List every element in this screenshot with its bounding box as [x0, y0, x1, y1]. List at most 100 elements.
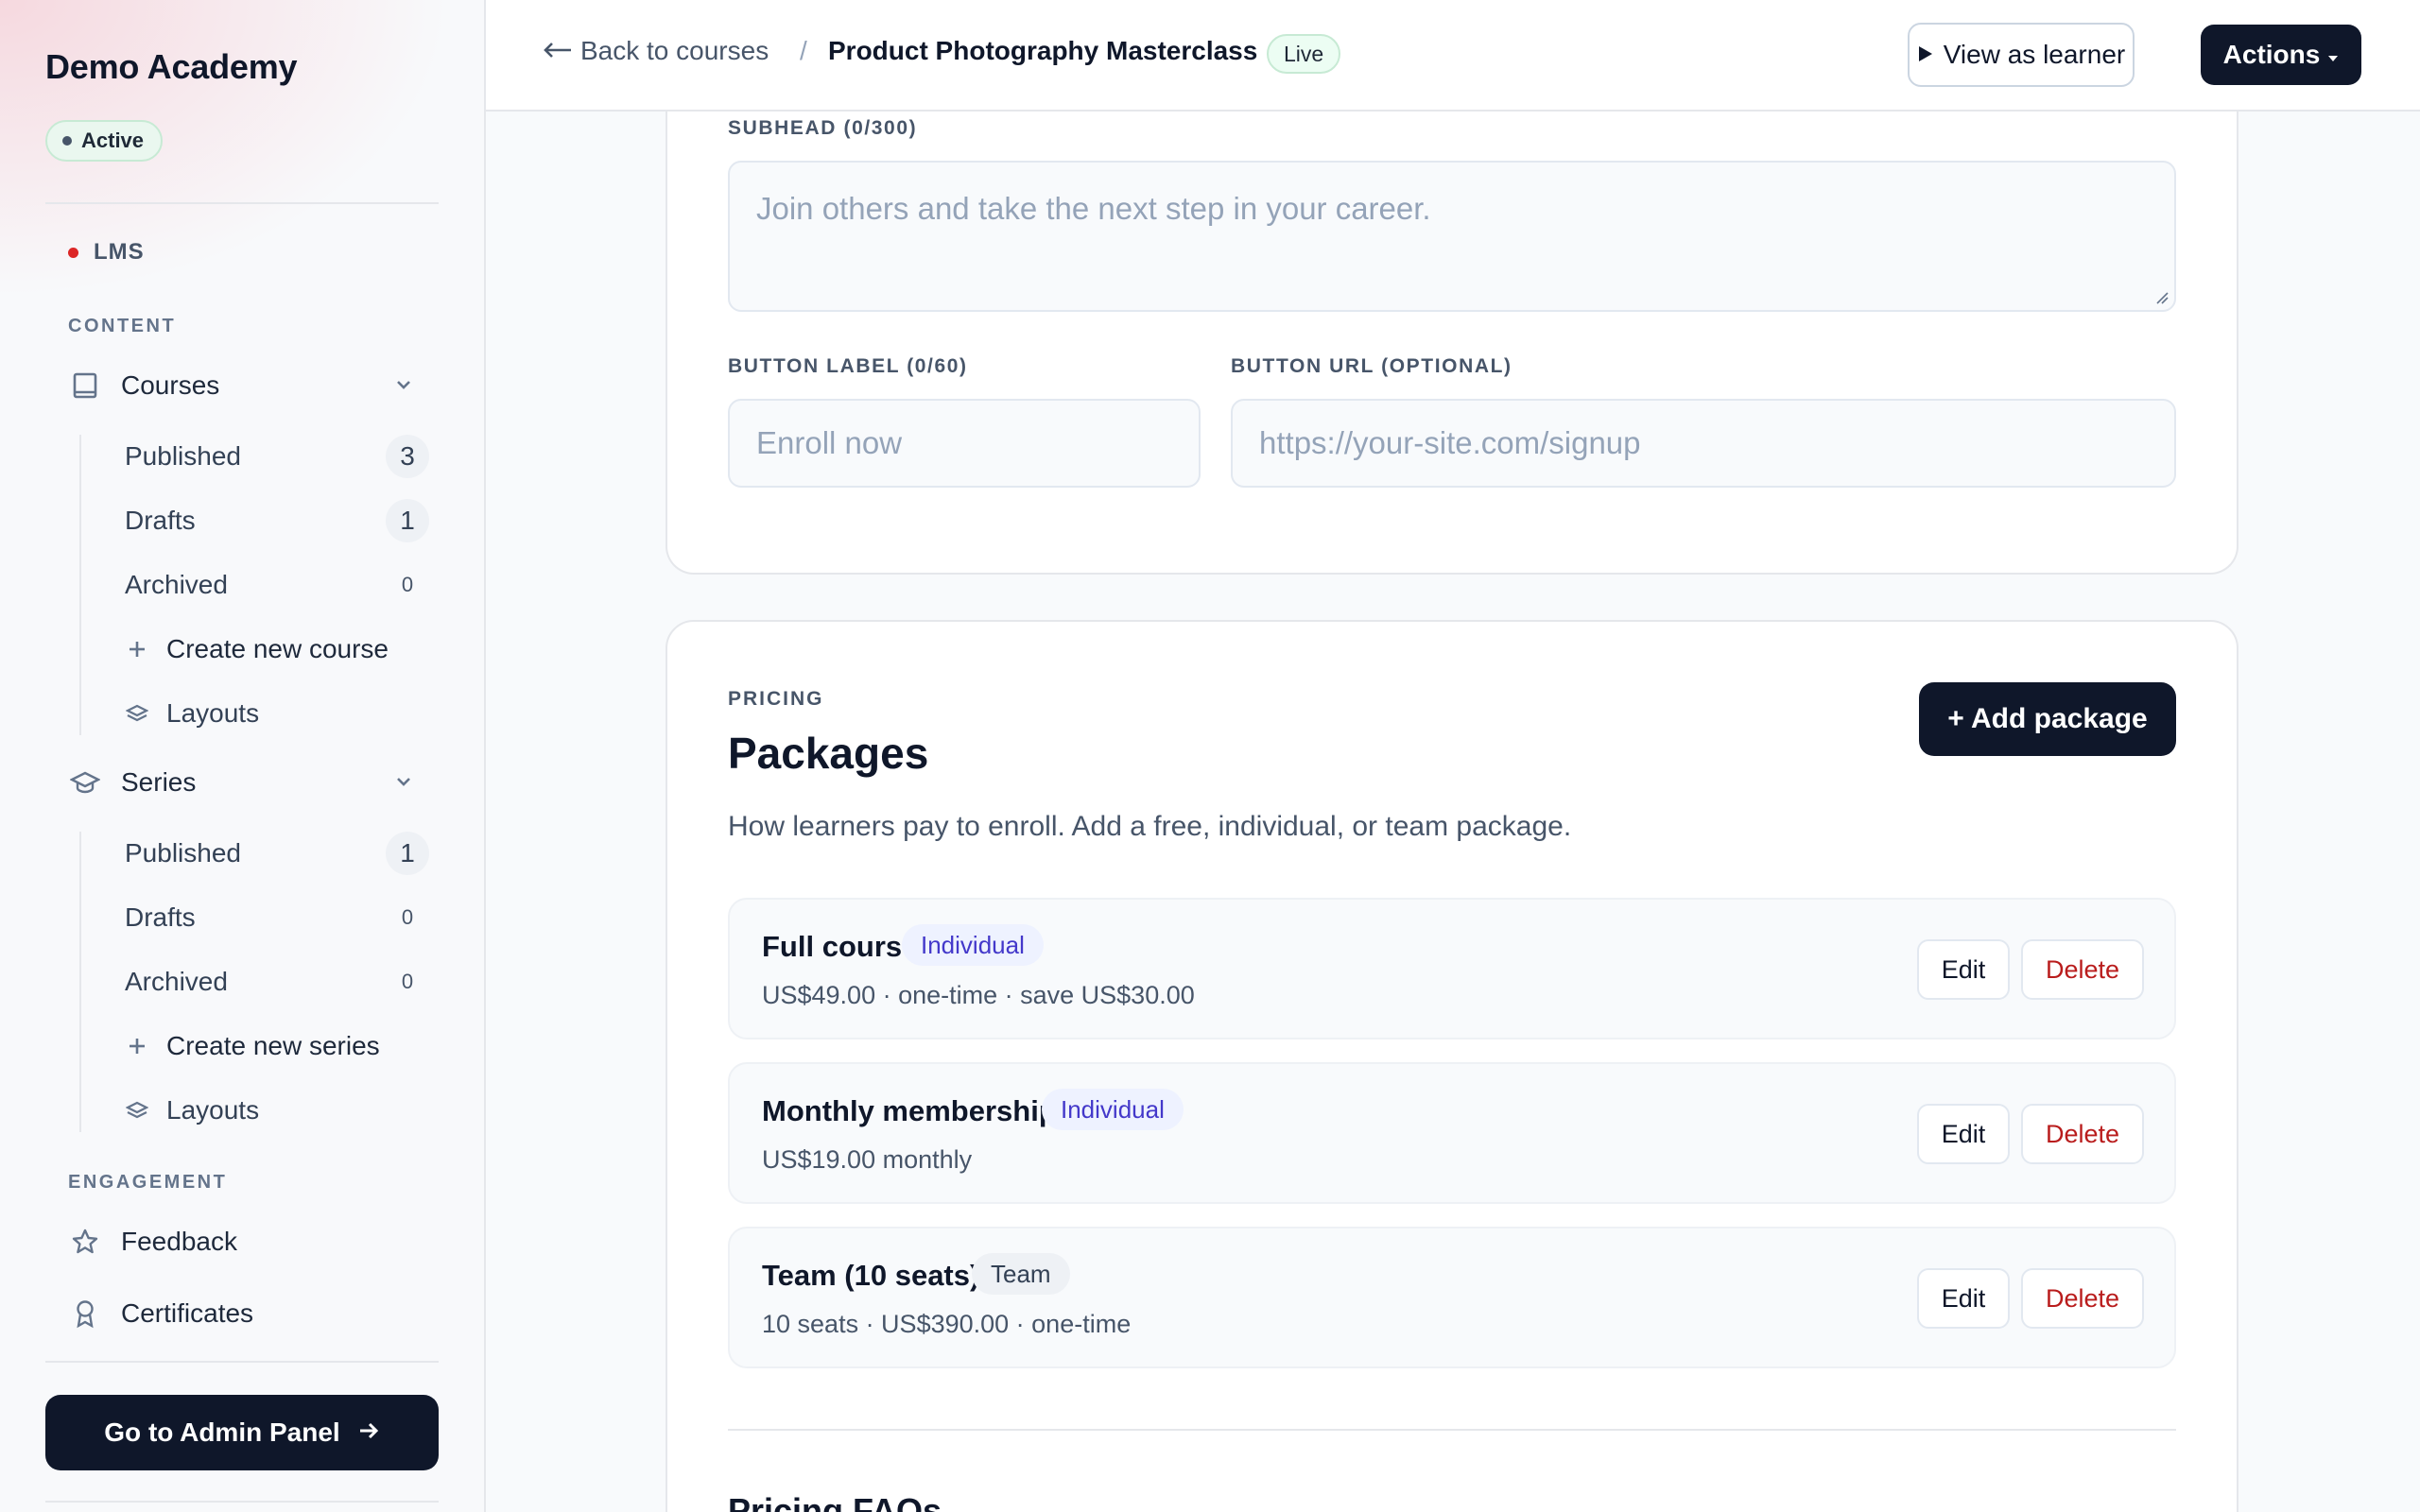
courses-archived-label: Archived	[125, 570, 228, 599]
plus-icon	[125, 639, 149, 660]
button-label-placeholder: Enroll now	[756, 425, 903, 460]
package-details: US$49.00 · one-time · save US$30.00	[762, 981, 1195, 1009]
arrow-right-icon	[357, 1418, 380, 1448]
series-published-label: Published	[125, 838, 241, 868]
sidebar-divider	[45, 202, 439, 204]
plus-icon	[125, 1036, 149, 1057]
status-dot	[62, 136, 72, 146]
layers-icon	[125, 703, 149, 724]
courses-archived-count: 0	[401, 573, 414, 596]
series-layouts[interactable]: Layouts	[125, 1085, 429, 1136]
go-to-admin-panel-button[interactable]: Go to Admin Panel	[45, 1395, 439, 1470]
delete-package-button[interactable]: Delete	[2021, 939, 2144, 1000]
series-published[interactable]: Published 1	[125, 828, 429, 879]
series-published-count: 1	[386, 832, 429, 875]
series-drafts[interactable]: Drafts 0	[125, 892, 429, 943]
nav-series[interactable]: Series	[68, 756, 427, 809]
book-icon	[68, 369, 102, 403]
courses-layouts[interactable]: Layouts	[125, 688, 429, 739]
series-layouts-label: Layouts	[166, 1095, 260, 1125]
sidebar: Demo Academy Active LMS CONTENT Courses …	[0, 0, 486, 1512]
caret-down-icon	[2327, 40, 2339, 70]
courses-published-count: 3	[386, 435, 429, 478]
create-new-series[interactable]: Create new series	[125, 1021, 429, 1072]
admin-button-label: Go to Admin Panel	[104, 1418, 340, 1447]
breadcrumb-separator: /	[800, 36, 807, 65]
course-status-badge: Live	[1267, 34, 1341, 74]
package-name: Team (10 seats)	[762, 1259, 980, 1292]
nav-feedback-label: Feedback	[121, 1227, 237, 1256]
lms-dot	[68, 247, 78, 258]
workspace-status-badge: Active	[45, 120, 164, 162]
arrow-left-icon	[543, 36, 573, 66]
nav-series-label: Series	[121, 767, 197, 797]
pricing-faqs-title: Pricing FAQs	[728, 1491, 942, 1512]
package-row: Team (10 seats) Team 10 seats · US$390.0…	[728, 1227, 2176, 1368]
courses-drafts-count: 1	[386, 499, 429, 542]
package-type-badge: Team	[972, 1253, 1070, 1295]
lms-section-indicator: LMS	[68, 239, 145, 266]
graduation-cap-icon	[68, 765, 102, 799]
subhead-textarea[interactable]: Join others and take the next step in yo…	[728, 161, 2176, 312]
back-to-courses-link[interactable]: Back to courses	[543, 36, 769, 66]
package-row: Monthly membership Individual US$19.00 m…	[728, 1062, 2176, 1204]
lms-label: LMS	[94, 239, 145, 265]
series-drafts-label: Drafts	[125, 902, 196, 932]
series-subtree-line	[79, 832, 81, 1132]
package-name: Monthly membership	[762, 1094, 1057, 1127]
sidebar-divider	[45, 1361, 439, 1363]
delete-package-button[interactable]: Delete	[2021, 1268, 2144, 1329]
button-url-label: BUTTON URL (OPTIONAL)	[1231, 355, 1512, 377]
add-package-button[interactable]: + Add package	[1919, 682, 2176, 756]
award-icon	[68, 1297, 102, 1331]
package-type-badge: Individual	[902, 924, 1044, 966]
nav-certificates[interactable]: Certificates	[68, 1287, 427, 1340]
series-archived[interactable]: Archived 0	[125, 956, 429, 1007]
courses-layouts-label: Layouts	[166, 698, 260, 728]
edit-package-button[interactable]: Edit	[1917, 1268, 2010, 1329]
package-details: US$19.00 monthly	[762, 1145, 973, 1174]
create-new-series-label: Create new series	[166, 1031, 380, 1060]
sidebar-divider	[45, 1501, 439, 1503]
package-name: Full course	[762, 930, 919, 963]
status-label: Active	[81, 129, 145, 152]
edit-package-button[interactable]: Edit	[1917, 1104, 2010, 1164]
courses-published-label: Published	[125, 441, 241, 471]
subhead-placeholder: Join others and take the next step in yo…	[756, 191, 1431, 226]
actions-menu-button[interactable]: Actions	[2201, 25, 2361, 85]
resize-handle-icon[interactable]	[2153, 289, 2169, 304]
view-as-learner-button[interactable]: View as learner	[1908, 23, 2135, 87]
nav-courses[interactable]: Courses	[68, 359, 427, 412]
edit-package-button[interactable]: Edit	[1917, 939, 2010, 1000]
back-to-courses-label: Back to courses	[580, 36, 769, 65]
nav-feedback[interactable]: Feedback	[68, 1215, 427, 1268]
button-url-placeholder: https://your-site.com/signup	[1259, 425, 1641, 460]
series-archived-count: 0	[401, 970, 414, 993]
courses-archived[interactable]: Archived 0	[125, 559, 429, 610]
create-new-course[interactable]: Create new course	[125, 624, 429, 675]
layers-icon	[125, 1100, 149, 1121]
create-new-course-label: Create new course	[166, 634, 389, 663]
package-type-badge: Individual	[1042, 1089, 1184, 1130]
package-details: 10 seats · US$390.00 · one-time	[762, 1310, 1132, 1338]
content-section-label: CONTENT	[68, 316, 177, 336]
button-label-input[interactable]: Enroll now	[728, 399, 1201, 488]
courses-drafts-label: Drafts	[125, 506, 196, 535]
nav-certificates-label: Certificates	[121, 1298, 254, 1328]
package-row: Full course Individual US$49.00 · one-ti…	[728, 898, 2176, 1040]
course-title: Product Photography Masterclass	[828, 36, 1258, 65]
series-drafts-count: 0	[401, 905, 414, 929]
view-as-learner-label: View as learner	[1943, 40, 2126, 69]
courses-published[interactable]: Published 3	[125, 431, 429, 482]
button-url-input[interactable]: https://your-site.com/signup	[1231, 399, 2176, 488]
courses-drafts[interactable]: Drafts 1	[125, 495, 429, 546]
chevron-down-icon[interactable]	[391, 769, 416, 800]
subhead-label: SUBHEAD (0/300)	[728, 117, 918, 139]
cta-settings-card: SUBHEAD (0/300) Join others and take the…	[666, 57, 2238, 575]
delete-package-button[interactable]: Delete	[2021, 1104, 2144, 1164]
actions-label: Actions	[2222, 40, 2321, 69]
star-icon	[68, 1225, 102, 1259]
courses-subtree-line	[79, 435, 81, 735]
chevron-down-icon[interactable]	[391, 372, 416, 404]
brand-name: Demo Academy	[45, 47, 298, 86]
